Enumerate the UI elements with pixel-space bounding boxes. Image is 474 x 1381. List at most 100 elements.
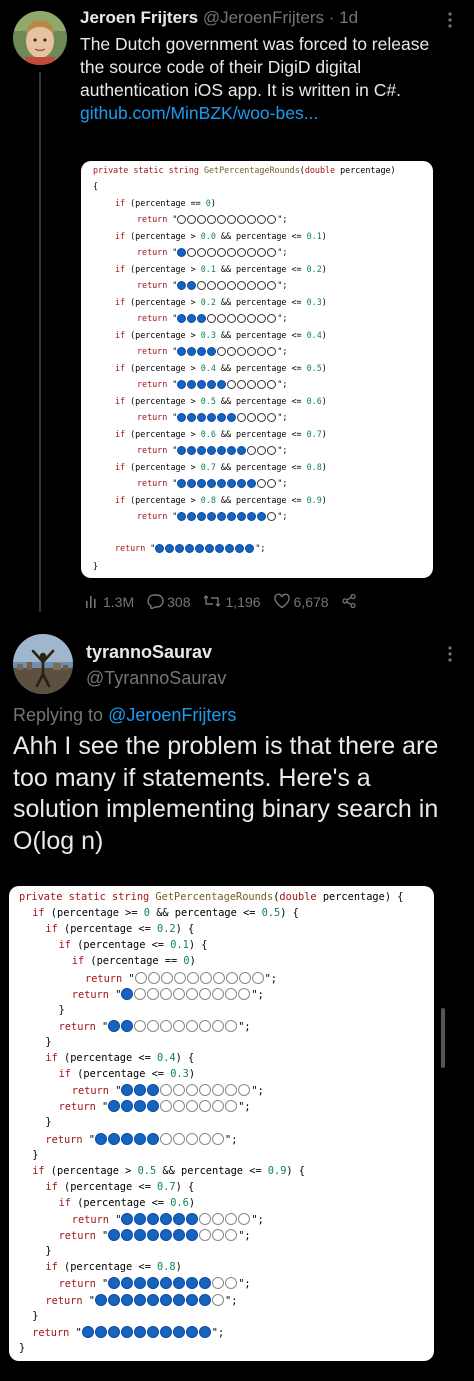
github-link[interactable]: github.com/MinBZK/woo-bes... [80, 102, 450, 125]
page-scrollbar[interactable] [441, 1008, 445, 1068]
empty-circle [267, 479, 277, 488]
code-line-condition: if (percentage > 0.8 && percentage <= 0.… [115, 495, 327, 505]
filled-circle [207, 479, 217, 488]
empty-circle [227, 248, 237, 257]
filled-circle [120, 1325, 133, 1338]
reply-display-name[interactable]: tyrannoSaurav [86, 642, 212, 663]
replying-to: Replying to @JeroenFrijters [13, 705, 236, 726]
code-line-condition: if (percentage > 0.5 && percentage <= 0.… [115, 396, 327, 406]
filled-circle [195, 544, 205, 553]
empty-circle [257, 248, 267, 257]
empty-circle [247, 248, 257, 257]
filled-circle [155, 544, 165, 553]
empty-circle [267, 215, 277, 224]
code-line: if (percentage <= 0.3) [58, 1068, 196, 1081]
empty-circle [212, 1277, 225, 1290]
empty-circle [238, 1084, 251, 1097]
code-line-condition: if (percentage == 0) [115, 198, 216, 208]
empty-circle [267, 248, 277, 257]
empty-circle [134, 971, 147, 984]
code-line-condition: if (percentage > 0.0 && percentage <= 0.… [115, 231, 327, 241]
retweet-action[interactable]: 1,196 [202, 593, 261, 612]
filled-circle [227, 413, 237, 422]
code-line-return: return " "; [137, 445, 288, 455]
filled-circle [207, 413, 217, 422]
empty-circle [238, 971, 251, 984]
empty-circle [186, 1132, 198, 1145]
empty-circle [237, 380, 247, 389]
empty-circle [257, 314, 267, 323]
filled-circle [227, 479, 237, 488]
filled-circle [95, 1132, 107, 1145]
filled-circle [121, 1100, 134, 1113]
empty-circle [199, 1213, 212, 1225]
filled-circle [186, 1293, 198, 1306]
filled-circle [207, 512, 217, 521]
code-line-condition: if (percentage > 0.7 && percentage <= 0.… [115, 462, 327, 472]
filled-circle [207, 446, 217, 455]
filled-circle [237, 446, 247, 455]
filled-circle [160, 1213, 173, 1225]
filled-circle [121, 1293, 133, 1306]
filled-circle [199, 1293, 211, 1306]
empty-circle [199, 1132, 211, 1145]
filled-circle [197, 347, 207, 356]
cut-off-stats-row [14, 1370, 174, 1381]
filled-circle [173, 1229, 186, 1242]
filled-circle [134, 1229, 147, 1242]
filled-circle [227, 446, 237, 455]
code-image-reply[interactable]: private static string GetPercentageRound… [9, 886, 434, 1361]
replying-to-handle[interactable]: @JeroenFrijters [108, 705, 236, 725]
share-action[interactable] [341, 593, 360, 612]
empty-circle [199, 987, 212, 1000]
filled-circle [134, 1084, 147, 1097]
empty-circle [173, 1019, 186, 1032]
more-icon[interactable] [440, 10, 460, 30]
empty-circle [247, 413, 257, 422]
filled-circle [134, 1277, 147, 1290]
empty-circle [173, 987, 186, 1000]
empty-circle [257, 380, 267, 389]
reply-text: Ahh I see the problem is that there are … [13, 732, 439, 855]
reply-action[interactable]: 308 [146, 593, 190, 612]
empty-circle [238, 1213, 251, 1225]
filled-circle [108, 1019, 121, 1032]
empty-circle [225, 1019, 238, 1032]
avatar-tyrannosaurav[interactable] [13, 634, 73, 694]
display-name[interactable]: Jeroen Frijters [80, 8, 198, 27]
filled-circle [134, 1100, 147, 1113]
filled-circle [147, 1100, 160, 1113]
empty-circle [177, 215, 187, 224]
timestamp[interactable]: 1d [339, 8, 358, 27]
user-handle[interactable]: @JeroenFrijters [203, 8, 324, 27]
views-action[interactable]: 1.3M [84, 593, 134, 612]
empty-circle [217, 281, 227, 290]
retweet-icon [202, 593, 225, 612]
filled-circle [186, 1277, 199, 1290]
like-action[interactable]: 6,678 [273, 593, 329, 612]
filled-circle [186, 1229, 199, 1242]
code-line-return: return " "; [58, 1277, 251, 1291]
filled-circle [187, 281, 197, 290]
filled-circle [217, 479, 227, 488]
avatar-jeroen[interactable] [13, 11, 67, 65]
empty-circle [217, 215, 227, 224]
empty-circle [237, 314, 247, 323]
code-line-return: return " "; [137, 346, 288, 356]
filled-circle [187, 446, 197, 455]
code-line: if (percentage <= 0.8) [45, 1261, 182, 1274]
empty-circle [160, 987, 173, 1000]
filled-circle [177, 347, 187, 356]
filled-circle [257, 512, 267, 521]
thread-connector-line [39, 72, 41, 612]
code-line-condition: if (percentage > 0.4 && percentage <= 0.… [115, 363, 327, 373]
filled-circle [108, 1132, 120, 1145]
code-image-original[interactable]: private static string GetPercentageRound… [81, 161, 433, 578]
code-line-return: return " "; [137, 214, 288, 224]
code-line: } [32, 1309, 39, 1322]
more-icon[interactable] [440, 644, 460, 664]
code-line: } [45, 1035, 52, 1048]
reply-user-handle[interactable]: @TyrannoSaurav [86, 668, 226, 689]
filled-circle [177, 380, 187, 389]
empty-circle [227, 314, 237, 323]
